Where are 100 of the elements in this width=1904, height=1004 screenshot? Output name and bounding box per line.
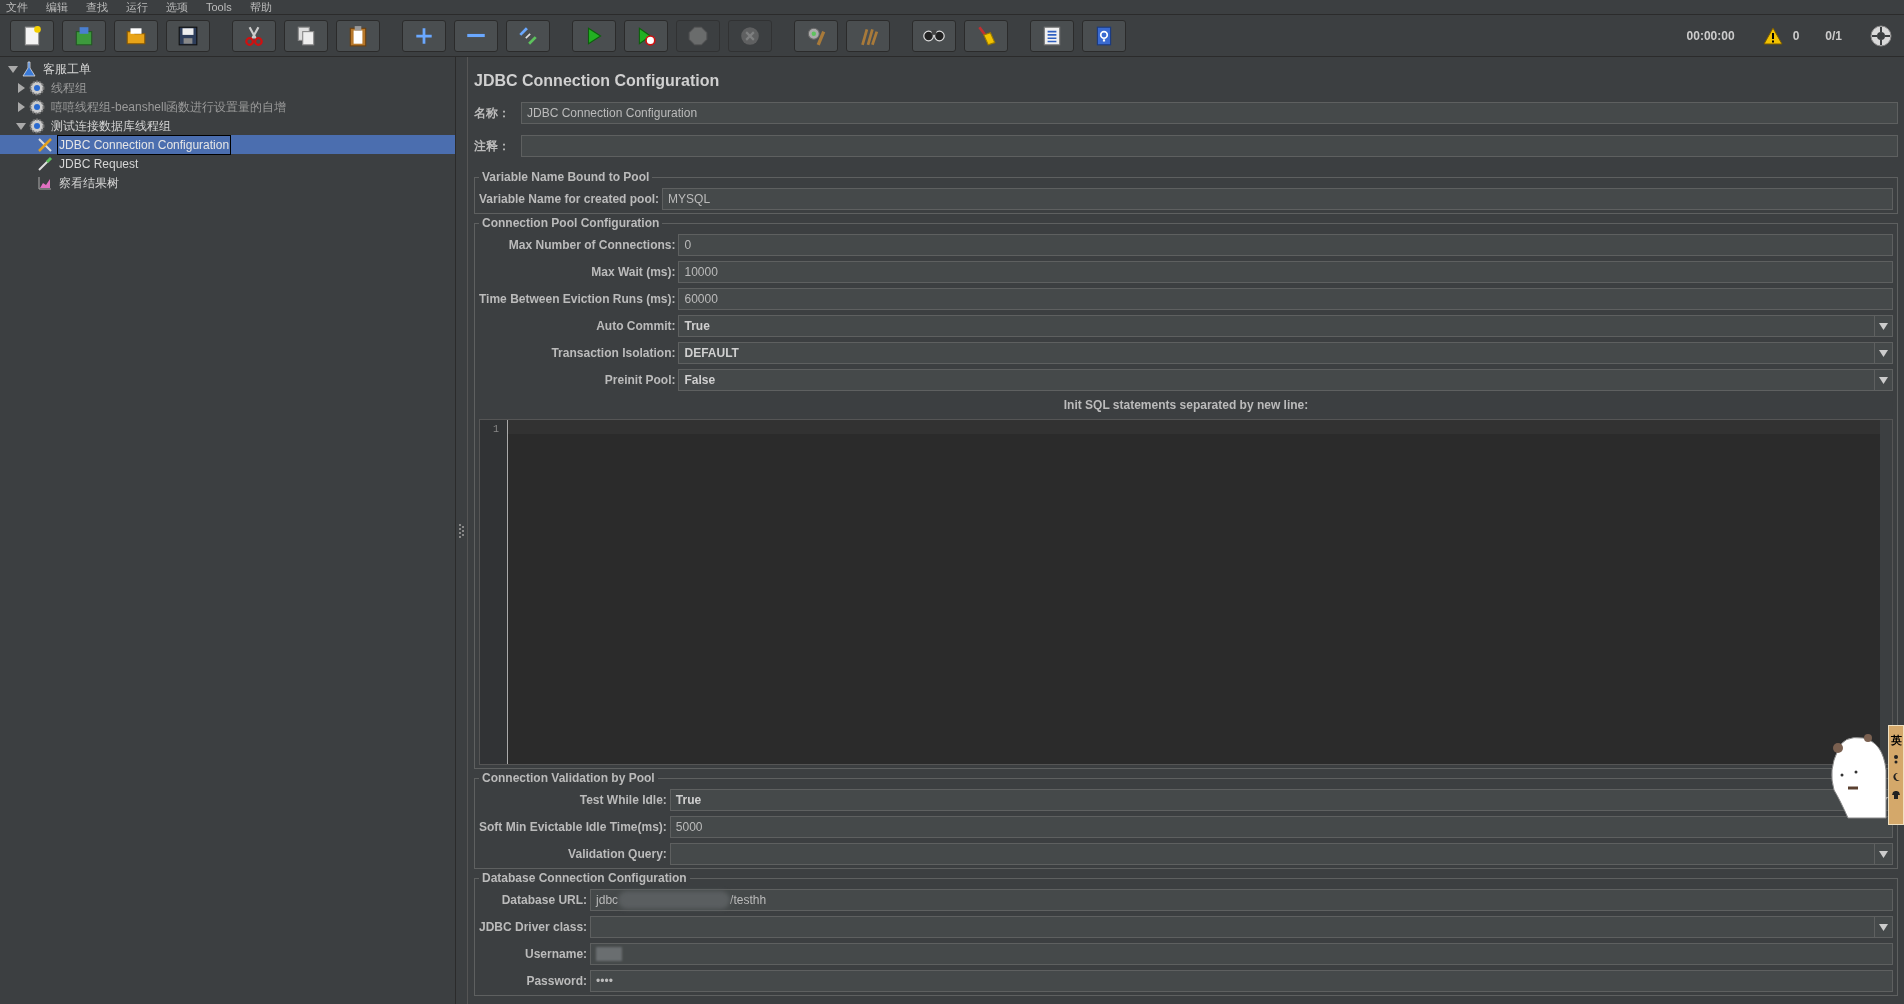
pipette-icon — [37, 155, 53, 172]
toolbar-button[interactable] — [506, 19, 550, 52]
toolbar-button[interactable] — [1082, 19, 1126, 52]
field-label: Max Number of Connections: — [507, 237, 676, 254]
menu-item[interactable]: 帮助 — [249, 0, 272, 14]
toolbar-button[interactable] — [336, 19, 380, 52]
collapsed-arrow-icon[interactable] — [16, 82, 26, 93]
active-threads-count: 0/1 — [1825, 27, 1842, 45]
field-label: Time Between Eviction Runs (ms): — [479, 291, 676, 308]
menu-item[interactable]: 编辑 — [46, 0, 68, 14]
field-label: Variable Name for created pool: — [479, 191, 660, 208]
field-label: JDBC Driver class: — [479, 919, 588, 936]
toolbar-button[interactable] — [624, 19, 668, 52]
menu-item[interactable]: 查找 — [86, 0, 108, 14]
stop-sign-icon — [687, 24, 709, 47]
input-mode-label[interactable]: 英 — [1890, 734, 1902, 746]
toolbar-button[interactable] — [10, 19, 54, 52]
expanded-arrow-icon[interactable] — [16, 120, 26, 131]
toolbar-button[interactable] — [166, 19, 210, 52]
toolbar-button[interactable] — [794, 19, 838, 52]
package-icon — [73, 24, 95, 47]
list-document-icon — [1041, 24, 1063, 47]
text-field[interactable]: MYSQL — [662, 188, 1893, 210]
x-circle-icon — [739, 24, 761, 47]
dropdown[interactable]: DEFAULT — [678, 342, 1893, 364]
dropdown-arrow-icon — [1879, 923, 1888, 931]
toolbar-button[interactable] — [114, 19, 158, 52]
comment-field[interactable] — [521, 135, 1898, 157]
field-label: Password: — [525, 973, 588, 990]
collapsed-arrow-icon[interactable] — [16, 101, 26, 112]
minus-icon — [466, 33, 486, 38]
menu-item[interactable]: Tools — [206, 0, 232, 14]
copy-pages-icon — [295, 24, 317, 47]
binoculars-icon — [923, 29, 945, 42]
text-field[interactable]: •••• — [590, 970, 1893, 992]
text-field[interactable]: 5000 — [669, 816, 1893, 838]
tree-item[interactable]: 嘻嘻线程组-beanshell函数进行设置量的自增 — [49, 96, 289, 117]
toolbar-button[interactable] — [402, 19, 446, 52]
field-label: Max Wait (ms): — [590, 264, 676, 281]
tree-item[interactable]: 线程组 — [49, 77, 89, 98]
tree-item[interactable]: 测试连接数据库线程组 — [49, 115, 173, 136]
tree-item[interactable]: JDBC Connection Configuration — [57, 134, 232, 155]
field-label: 名称： — [474, 105, 511, 122]
panel-title: JDBC Connection Configuration — [474, 71, 721, 91]
clipboard-icon — [347, 24, 369, 47]
tree-item[interactable]: JDBC Request — [57, 153, 141, 174]
toolbar-button[interactable] — [284, 19, 328, 52]
input-method-toolbar[interactable]: 英 — [1888, 725, 1904, 825]
text-field[interactable]: jdbc /testhh — [590, 889, 1893, 911]
toolbar-button[interactable] — [912, 19, 956, 52]
toolbar-button[interactable] — [232, 19, 276, 52]
text-field[interactable]: 60000 — [678, 288, 1893, 310]
dropdown[interactable]: True — [678, 315, 1893, 337]
text-field[interactable] — [590, 943, 1893, 965]
field-label: Soft Min Evictable Idle Time(ms): — [479, 819, 667, 836]
gear-icon — [29, 117, 45, 134]
menu-item[interactable]: 运行 — [126, 0, 148, 14]
text-field[interactable]: 10000 — [678, 261, 1893, 283]
tree-item[interactable]: 察看结果树 — [57, 172, 121, 193]
expanded-arrow-icon[interactable] — [8, 63, 18, 74]
tree-item[interactable]: 客服工单 — [41, 58, 93, 79]
text-field[interactable]: 0 — [678, 234, 1893, 256]
section-legend: Variable Name Bound to Pool — [479, 170, 653, 184]
splitter-grip-icon[interactable] — [458, 523, 465, 538]
warning-icon — [1762, 26, 1783, 45]
wrench-screwdriver-icon — [37, 136, 53, 153]
section-legend: Database Connection Configuration — [479, 871, 690, 885]
toolbar-button[interactable] — [454, 19, 498, 52]
field-label: Transaction Isolation: — [550, 345, 676, 362]
name-field[interactable]: JDBC Connection Configuration — [521, 102, 1898, 124]
elapsed-time: 00:00:00 — [1686, 27, 1735, 45]
scrollbar-track[interactable] — [1880, 420, 1892, 764]
field-label: 注释： — [474, 138, 511, 155]
field-label: Username: — [524, 946, 588, 963]
gear-icon — [29, 79, 45, 96]
punctuation-icon[interactable] — [1891, 754, 1901, 764]
flask-icon — [21, 60, 37, 77]
field-label: Test While Idle: — [578, 792, 667, 809]
chart-icon — [37, 174, 53, 191]
dropdown[interactable]: False — [678, 369, 1893, 391]
field-label: Database URL: — [500, 892, 588, 909]
gear-icon — [29, 98, 45, 115]
line-number: 1 — [492, 423, 500, 437]
dropdown-arrow-icon — [1879, 349, 1888, 357]
shirt-icon[interactable] — [1891, 790, 1901, 800]
section-legend: Connection Validation by Pool — [479, 771, 658, 785]
field-label: Auto Commit: — [595, 318, 676, 335]
dropdown-arrow-icon — [1879, 322, 1888, 330]
section-legend: Connection Pool Configuration — [479, 216, 663, 230]
menu-item[interactable]: 选项 — [166, 0, 188, 14]
toolbar-button[interactable] — [1030, 19, 1074, 52]
dropdown-arrow-icon — [1879, 376, 1888, 384]
moon-icon[interactable] — [1891, 772, 1901, 782]
field-label: Validation Query: — [567, 846, 667, 863]
field-label: Init SQL statements separated by new line: — [1062, 397, 1310, 414]
menu-item[interactable]: 文件 — [6, 0, 28, 14]
warning-count: 0 — [1792, 27, 1800, 45]
field-label: Preinit Pool: — [603, 372, 676, 389]
toolbar-button[interactable] — [964, 19, 1008, 52]
scissors-icon — [243, 24, 265, 47]
